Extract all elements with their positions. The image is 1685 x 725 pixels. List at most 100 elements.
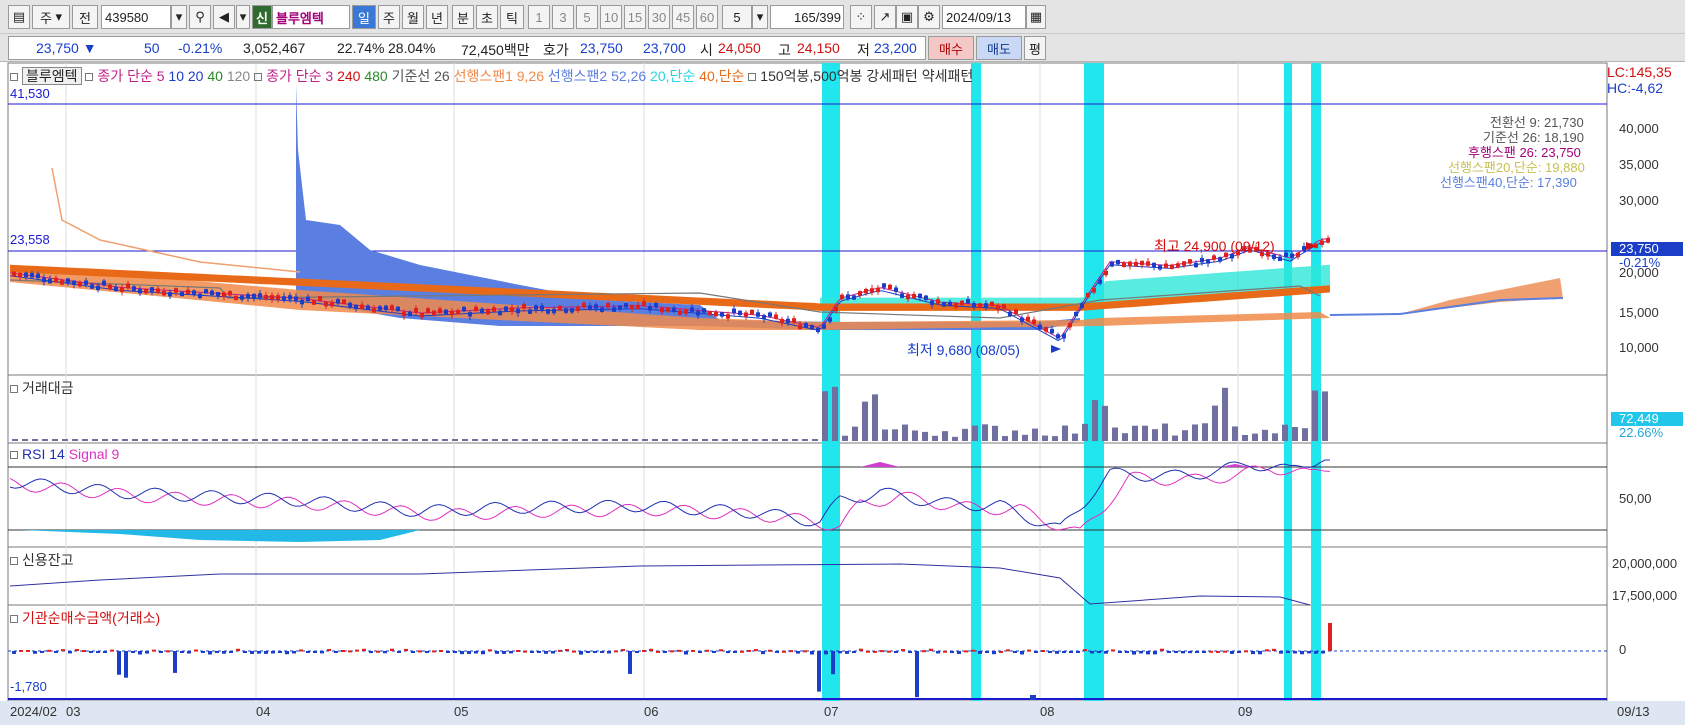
inst-bar — [894, 651, 898, 653]
candle-body — [768, 312, 772, 317]
volume-bar — [312, 439, 318, 441]
candle-body — [570, 308, 574, 313]
volume-bar — [1162, 423, 1168, 441]
candle-body — [522, 304, 526, 309]
candle-body — [234, 295, 238, 301]
candle-body — [438, 308, 442, 313]
pane-box-icon — [10, 557, 18, 566]
inst-bar — [1321, 651, 1325, 654]
legend-stock-name[interactable]: 블루엠텍 — [22, 67, 82, 85]
inst-bar — [1209, 650, 1213, 653]
lc-label: LC:145,35 — [1607, 64, 1672, 80]
chart-canvas[interactable] — [0, 0, 1685, 725]
inst-bar — [901, 649, 905, 652]
inst-bar — [1020, 651, 1024, 655]
candle-body — [840, 294, 844, 300]
candle-body — [480, 308, 484, 314]
candle-body — [630, 304, 634, 310]
legend-pattern2[interactable]: 약세패턴 — [922, 68, 974, 84]
legend-ma20: 20 — [187, 68, 204, 84]
inst-bar — [215, 651, 219, 653]
volume-bar — [1142, 425, 1148, 441]
inst-bar — [628, 651, 632, 674]
candle-body — [618, 305, 622, 310]
candle-body — [492, 307, 496, 312]
inst-bar — [922, 650, 926, 653]
candle-body — [378, 306, 382, 311]
inst-bar — [166, 650, 170, 653]
inst-bar — [1167, 651, 1171, 653]
inst-bar — [586, 651, 590, 653]
inst-bar — [740, 650, 744, 653]
inst-bar — [985, 651, 989, 653]
volume-bar — [1032, 428, 1038, 441]
candle-body — [510, 307, 514, 312]
inst-bar — [201, 651, 205, 653]
legend-ma-label[interactable]: 종가 단순 — [97, 68, 152, 84]
candle-body — [516, 308, 520, 314]
legend-span2[interactable]: 선행스팬2 52,26 — [548, 68, 646, 84]
candle-body — [678, 310, 682, 315]
rsi-pane-label[interactable]: RSI 14 Signal 9 — [10, 446, 119, 462]
inst-bar — [341, 650, 345, 653]
candle-body — [528, 309, 532, 314]
inst-bar — [82, 650, 86, 653]
candle-body — [108, 284, 112, 290]
inst-bar — [1300, 651, 1304, 655]
pane-box-icon — [10, 451, 18, 460]
volume-bar — [582, 439, 588, 441]
candle-body — [672, 307, 676, 312]
candle-body — [114, 286, 118, 292]
candle-body — [588, 305, 592, 310]
candle-body — [948, 301, 952, 307]
candle-body — [270, 295, 274, 300]
candle-body — [354, 304, 358, 310]
volume-bar — [1322, 391, 1328, 441]
candle-body — [12, 271, 16, 277]
inst-bar — [971, 649, 975, 652]
volume-bar — [112, 439, 118, 441]
inst-bar — [1202, 651, 1206, 653]
volume-bar — [1062, 425, 1068, 441]
inst-bar — [999, 650, 1003, 653]
inst-bar — [1083, 649, 1087, 652]
volume-bar — [272, 439, 278, 441]
inst-bar — [726, 651, 730, 654]
inst-bar — [768, 649, 772, 652]
candle-body — [54, 277, 58, 283]
ichimoku-line-4: 선행스팬40,단순: 17,390 — [1440, 175, 1577, 190]
credit-pane-label[interactable]: 신용잔고 — [10, 550, 74, 570]
volume-bar — [792, 439, 798, 441]
legend-span1[interactable]: 선행스팬1 9,26 — [454, 68, 544, 84]
legend-ma2-label[interactable]: 종가 단순 3 — [266, 68, 333, 84]
legend-pattern[interactable]: 150억봉,500억봉 강세패턴 — [760, 68, 918, 84]
candle-body — [144, 288, 148, 294]
candle-body — [924, 295, 928, 300]
legend-ma20-simple[interactable]: 20,단순 — [650, 68, 695, 84]
candle-body — [1050, 328, 1054, 334]
candle-body — [258, 293, 262, 298]
legend-kijun[interactable]: 기준선 26 — [392, 68, 450, 84]
candle-body — [312, 300, 316, 305]
inst-marker — [1030, 695, 1036, 700]
volume-pane-label[interactable]: 거래대금 — [10, 378, 74, 398]
candle-body — [360, 304, 364, 309]
volume-bar — [412, 439, 418, 441]
volume-bar — [552, 439, 558, 441]
volume-bar — [1232, 426, 1238, 441]
volume-bar — [522, 439, 528, 441]
inst-bar — [187, 651, 191, 654]
inst-bar — [26, 649, 30, 652]
y-tick-35000: 35,000 — [1619, 157, 1659, 172]
inst-bar — [747, 649, 751, 652]
legend-ma40-simple[interactable]: 40,단순 — [699, 68, 744, 84]
candle-body — [324, 301, 328, 307]
volume-bar — [1152, 429, 1158, 441]
inst-bar — [159, 651, 163, 653]
volume-bar — [1102, 405, 1108, 441]
inst-pane-label[interactable]: 기관순매수금액(거래소) — [10, 608, 160, 628]
candle-body — [168, 292, 172, 297]
candle-body — [390, 305, 394, 310]
volume-bar — [1072, 433, 1078, 441]
volume-bar — [32, 439, 38, 441]
